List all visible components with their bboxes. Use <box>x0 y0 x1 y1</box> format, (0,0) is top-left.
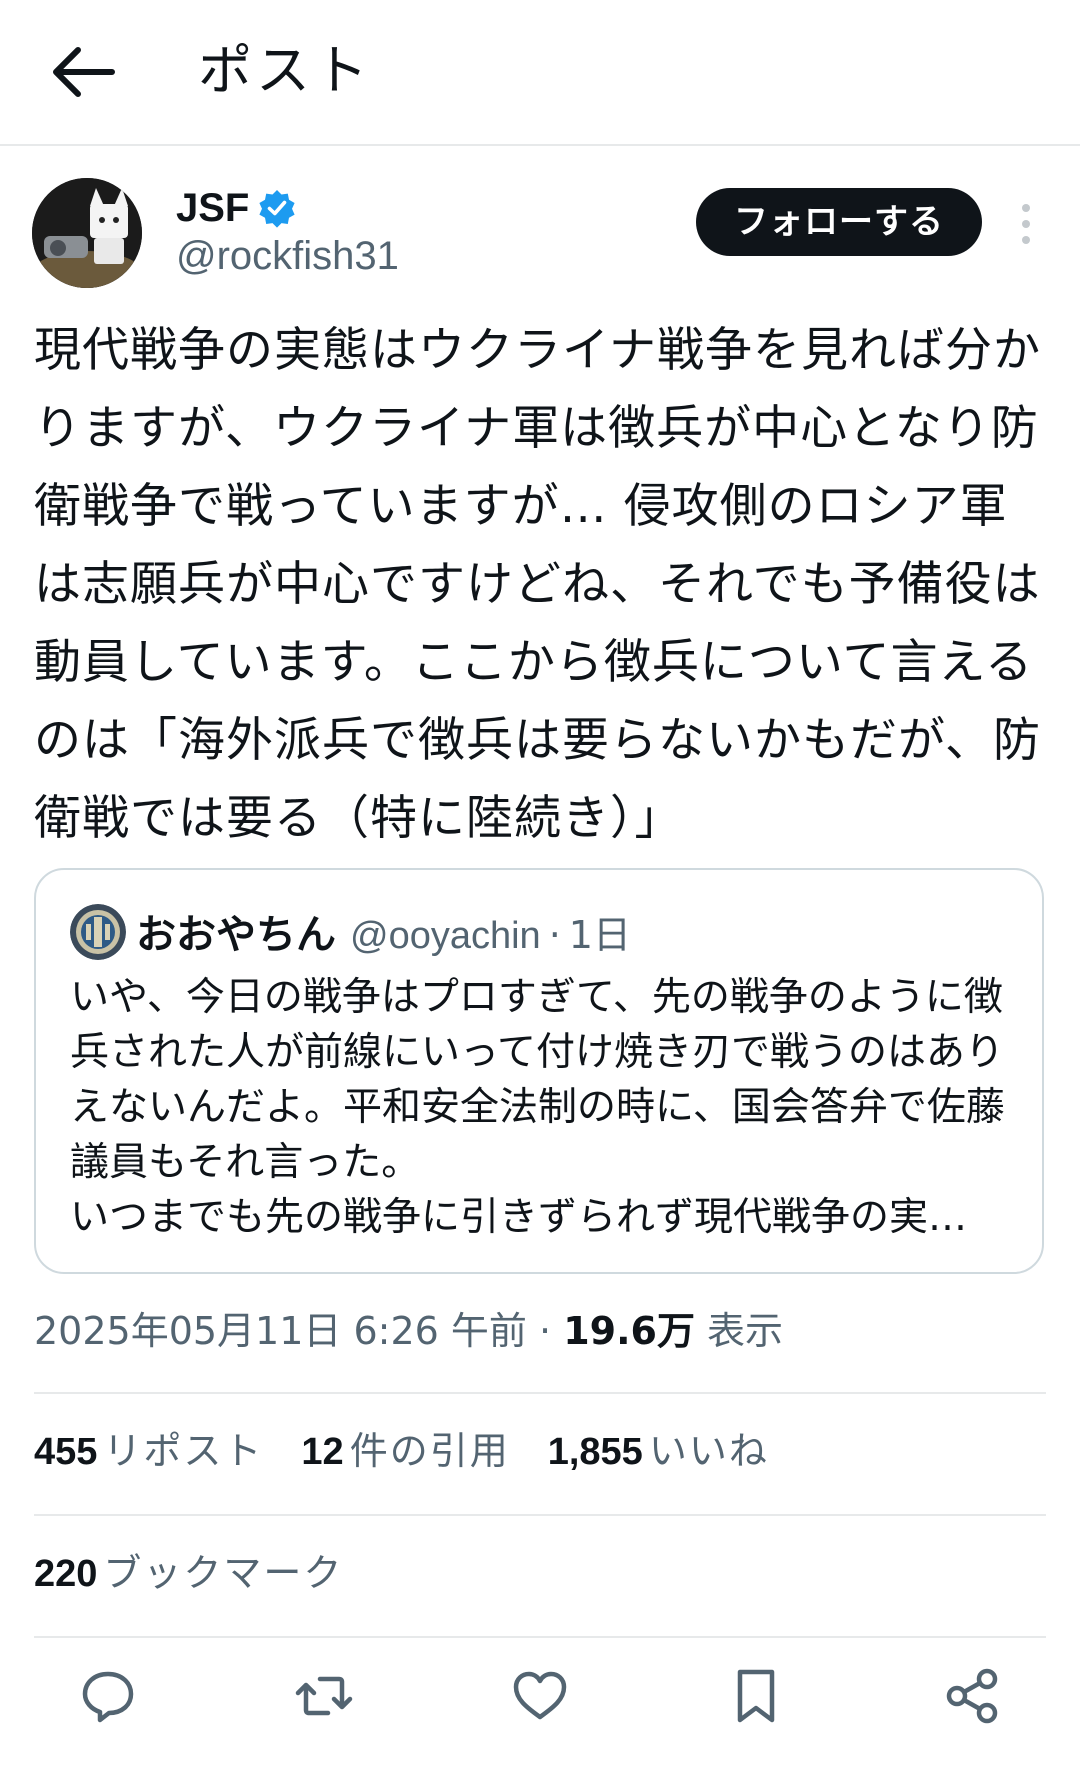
reposts-count: 455 <box>34 1431 98 1473</box>
reply-button[interactable] <box>78 1666 138 1726</box>
repost-icon <box>295 1676 353 1716</box>
meta-separator: · <box>539 1309 552 1353</box>
share-button[interactable] <box>942 1666 1002 1726</box>
post-datetime: 2025年05月11日 6:26 午前 <box>34 1309 527 1353</box>
quote-separator: · <box>548 913 561 957</box>
divider <box>34 1636 1046 1638</box>
avatar[interactable] <box>32 178 142 288</box>
verified-badge-icon <box>259 190 295 228</box>
views-label: 表示 <box>707 1309 784 1353</box>
back-button[interactable] <box>40 30 124 114</box>
engagement-stats: 455 リポスト 12 件の引用 1,855 いいね <box>34 1420 807 1475</box>
quote-display-name: おおやちん <box>136 912 336 958</box>
quote-header: おおやちん @ooyachin · 1日 <box>136 902 631 960</box>
bookmark-icon <box>737 1669 775 1723</box>
bookmarks-count: 220 <box>34 1553 98 1595</box>
share-icon <box>946 1668 998 1724</box>
quote-handle: @ooyachin <box>350 915 541 957</box>
likes-label: いいね <box>648 1429 769 1473</box>
display-name[interactable]: JSF <box>176 186 249 231</box>
quote-text: いや、今日の戦争はプロすぎて、先の戦争のように徴兵された人が前線にいって付け焼き… <box>70 975 1005 1240</box>
more-options-button[interactable] <box>1012 200 1040 248</box>
quote-time: 1日 <box>568 913 631 957</box>
follow-button[interactable]: フォローする <box>696 188 982 256</box>
quotes-count: 12 <box>301 1431 344 1473</box>
reposts-label: リポスト <box>103 1429 264 1473</box>
quotes-stat[interactable]: 12 件の引用 <box>301 1420 509 1475</box>
quoted-post[interactable]: おおやちん @ooyachin · 1日 いや、今日の戦争はプロすぎて、先の戦争… <box>34 868 1044 1274</box>
repost-button[interactable] <box>294 1666 354 1726</box>
views-count: 19.6万 <box>563 1309 695 1353</box>
post-text: 現代戦争の実態はウクライナ戦争を見れば分かりますが、ウクライナ軍は徴兵が中心とな… <box>34 323 1042 846</box>
top-bar: ポスト <box>0 0 1080 146</box>
page-title: ポスト <box>198 39 372 102</box>
likes-stat[interactable]: 1,855 いいね <box>548 1420 769 1475</box>
bookmarks-label: ブックマーク <box>103 1551 344 1595</box>
divider <box>34 1392 1046 1394</box>
quotes-label: 件の引用 <box>349 1429 510 1473</box>
reposts-stat[interactable]: 455 リポスト <box>34 1420 263 1475</box>
arrow-left-icon <box>53 47 115 97</box>
author-handle[interactable]: @rockfish31 <box>176 234 399 279</box>
likes-count: 1,855 <box>547 1431 643 1473</box>
heart-icon <box>513 1671 567 1720</box>
author-name-row[interactable]: JSF <box>176 180 297 236</box>
more-vertical-icon <box>1022 204 1030 244</box>
quote-avatar <box>70 904 126 960</box>
bookmark-button[interactable] <box>726 1666 786 1726</box>
reply-icon <box>82 1671 134 1723</box>
post-timestamp: 2025年05月11日 6:26 午前 · 19.6万 表示 <box>34 1300 783 1355</box>
divider <box>34 1514 1046 1516</box>
action-bar <box>0 1660 1080 1740</box>
like-button[interactable] <box>510 1666 570 1726</box>
bookmarks-stat[interactable]: 220 ブックマーク <box>34 1542 343 1597</box>
